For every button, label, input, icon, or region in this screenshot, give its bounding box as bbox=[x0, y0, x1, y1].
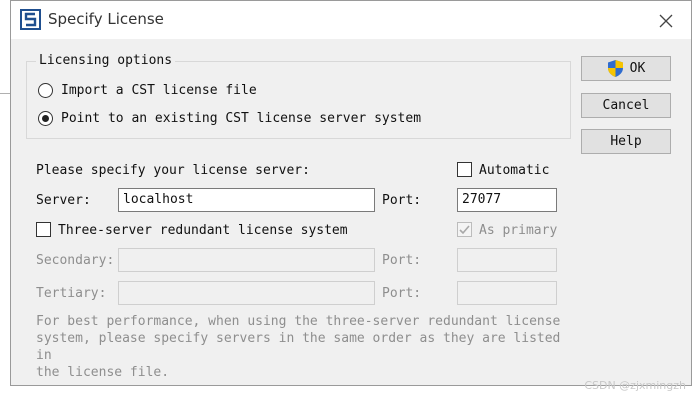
secondary-port-input[interactable] bbox=[457, 248, 557, 272]
ok-button[interactable]: OK bbox=[581, 56, 671, 81]
three-server-label[interactable]: Three-server redundant license system bbox=[58, 223, 348, 238]
server-input[interactable]: localhost bbox=[118, 188, 375, 212]
licensing-options-group bbox=[26, 61, 571, 139]
port-label: Port: bbox=[382, 193, 422, 208]
tertiary-server-input[interactable] bbox=[118, 281, 375, 305]
secondary-port-label: Port: bbox=[382, 253, 422, 268]
help-button[interactable]: Help bbox=[581, 129, 671, 154]
automatic-checkbox[interactable] bbox=[457, 162, 472, 177]
three-server-checkbox[interactable] bbox=[36, 222, 51, 237]
licensing-options-legend: Licensing options bbox=[36, 53, 176, 68]
secondary-server-input[interactable] bbox=[118, 248, 375, 272]
automatic-label[interactable]: Automatic bbox=[479, 163, 549, 178]
as-primary-label: As primary bbox=[479, 223, 558, 238]
ok-label: OK bbox=[629, 61, 646, 76]
checkmark-icon bbox=[459, 225, 470, 235]
ordering-note: For best performance, when using the thr… bbox=[36, 314, 561, 380]
close-icon bbox=[659, 14, 673, 28]
license-server-radio[interactable] bbox=[38, 111, 53, 126]
cancel-button[interactable]: Cancel bbox=[581, 93, 671, 118]
secondary-label: Secondary: bbox=[36, 253, 115, 268]
import-license-label[interactable]: Import a CST license file bbox=[61, 83, 257, 98]
license-server-label[interactable]: Point to an existing CST license server … bbox=[61, 111, 421, 126]
cst-logo-icon bbox=[20, 9, 41, 30]
server-label: Server: bbox=[36, 193, 91, 208]
as-primary-checkbox[interactable] bbox=[457, 222, 472, 237]
specify-license-dialog: Specify License Licensing options Import… bbox=[10, 0, 692, 386]
cancel-label: Cancel bbox=[602, 98, 650, 113]
uac-shield-icon bbox=[607, 60, 623, 77]
title-bar: Specify License bbox=[11, 1, 691, 39]
close-button[interactable] bbox=[651, 8, 681, 34]
server-prompt: Please specify your license server: bbox=[36, 163, 310, 178]
tertiary-port-input[interactable] bbox=[457, 281, 557, 305]
tertiary-port-label: Port: bbox=[382, 286, 422, 301]
help-label: Help bbox=[610, 134, 642, 149]
tertiary-label: Tertiary: bbox=[36, 286, 107, 301]
port-input[interactable]: 27077 bbox=[457, 188, 557, 212]
window-title: Specify License bbox=[48, 10, 164, 28]
watermark: CSDN @zjxmingzh bbox=[584, 379, 686, 392]
import-license-radio[interactable] bbox=[38, 83, 53, 98]
